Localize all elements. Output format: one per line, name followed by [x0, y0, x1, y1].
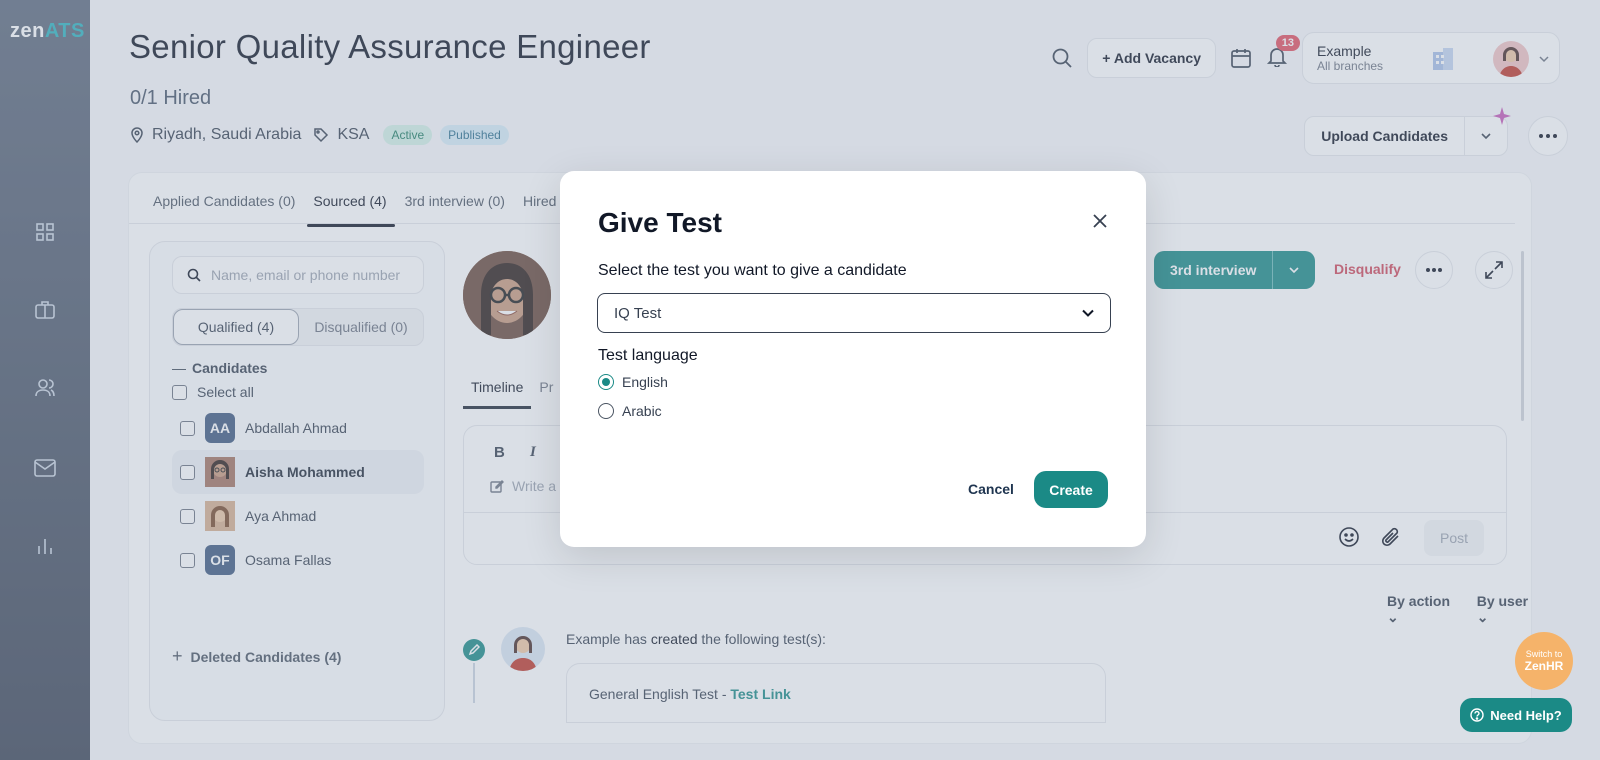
test-language-label: Test language — [598, 347, 698, 364]
test-select[interactable]: IQ Test — [597, 293, 1111, 333]
create-button[interactable]: Create — [1034, 471, 1108, 508]
give-test-modal: Give Test Select the test you want to gi… — [560, 171, 1146, 547]
language-option-arabic[interactable]: Arabic — [598, 403, 662, 419]
selected-test: IQ Test — [614, 304, 662, 322]
modal-title: Give Test — [598, 207, 722, 238]
radio-english[interactable] — [598, 374, 614, 390]
switch-to-zenhr-button[interactable]: Switch to ZenHR — [1515, 632, 1573, 690]
close-button[interactable] — [1088, 209, 1112, 233]
cancel-button[interactable]: Cancel — [968, 481, 1014, 497]
test-select-label: Select the test you want to give a candi… — [598, 262, 907, 279]
language-option-english[interactable]: English — [598, 374, 668, 390]
close-icon — [1093, 214, 1107, 228]
chevron-down-icon — [1082, 309, 1094, 317]
help-icon — [1470, 708, 1484, 722]
radio-arabic[interactable] — [598, 403, 614, 419]
need-help-button[interactable]: Need Help? — [1460, 698, 1572, 732]
